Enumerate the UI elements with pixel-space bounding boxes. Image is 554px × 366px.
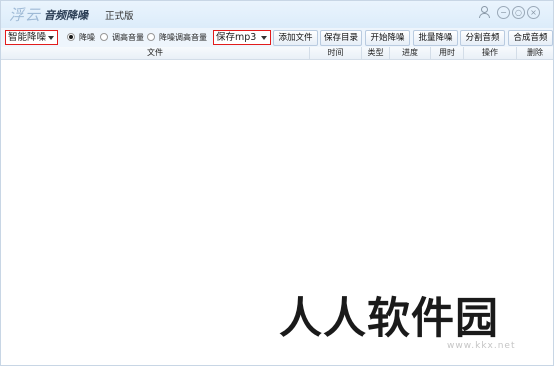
start-denoise-button[interactable]: 开始降噪 [365,30,410,46]
mode-select[interactable]: 智能降噪 [5,30,58,45]
split-audio-button[interactable]: 分割音频 [460,30,505,46]
minimize-icon[interactable]: − [497,6,510,19]
watermark: 人人软件园 www.kkx.net [279,293,551,353]
column-action[interactable]: 操作 [464,47,517,59]
radio-denoise-volume-up[interactable]: 降噪调高音量 [147,32,207,43]
radio-label: 降噪调高音量 [159,33,207,42]
add-file-button[interactable]: 添加文件 [273,30,318,46]
column-elapsed[interactable]: 用时 [431,47,464,59]
toolbar: 智能降噪 降噪 调高音量 降噪调高音量 保存mp3 添加文件 保存目录 开始降噪… [1,28,553,47]
close-icon[interactable]: × [527,6,540,19]
watermark-url: www.kkx.net [447,341,516,351]
format-select[interactable]: 保存mp3 [213,30,271,45]
radio-volume-up[interactable]: 调高音量 [100,32,144,43]
radio-unchecked-icon [147,33,155,41]
watermark-text: 人人软件园 [279,294,499,344]
format-select-value: 保存mp3 [216,32,257,43]
chevron-down-icon [48,36,54,40]
table-header: 文件 时间 类型 进度 用时 操作 删除 [1,47,553,60]
app-window: 浮云 音频降噪 正式版 − ○ × 智能降噪 降噪 调高音量 降噪调高音量 保存… [0,0,554,366]
app-logo: 浮云 [9,6,42,24]
chevron-down-icon [261,36,267,40]
column-file[interactable]: 文件 [1,47,310,59]
column-delete[interactable]: 删除 [517,47,553,59]
column-progress[interactable]: 进度 [390,47,431,59]
save-directory-button[interactable]: 保存目录 [320,30,362,46]
radio-checked-icon [67,33,75,41]
edition-label: 正式版 [105,11,134,22]
app-title: 音频降噪 [44,9,88,22]
batch-denoise-button[interactable]: 批量降噪 [413,30,458,46]
merge-audio-button[interactable]: 合成音频 [508,30,553,46]
radio-label: 调高音量 [112,33,144,42]
title-bar: 浮云 音频降噪 正式版 − ○ × [1,1,553,28]
radio-unchecked-icon [100,33,108,41]
mode-select-value: 智能降噪 [8,32,47,43]
column-type[interactable]: 类型 [362,47,390,59]
column-time[interactable]: 时间 [310,47,362,59]
restore-icon[interactable]: ○ [512,6,525,19]
radio-denoise[interactable]: 降噪 [67,32,95,43]
user-icon[interactable] [478,5,490,18]
radio-label: 降噪 [79,33,95,42]
